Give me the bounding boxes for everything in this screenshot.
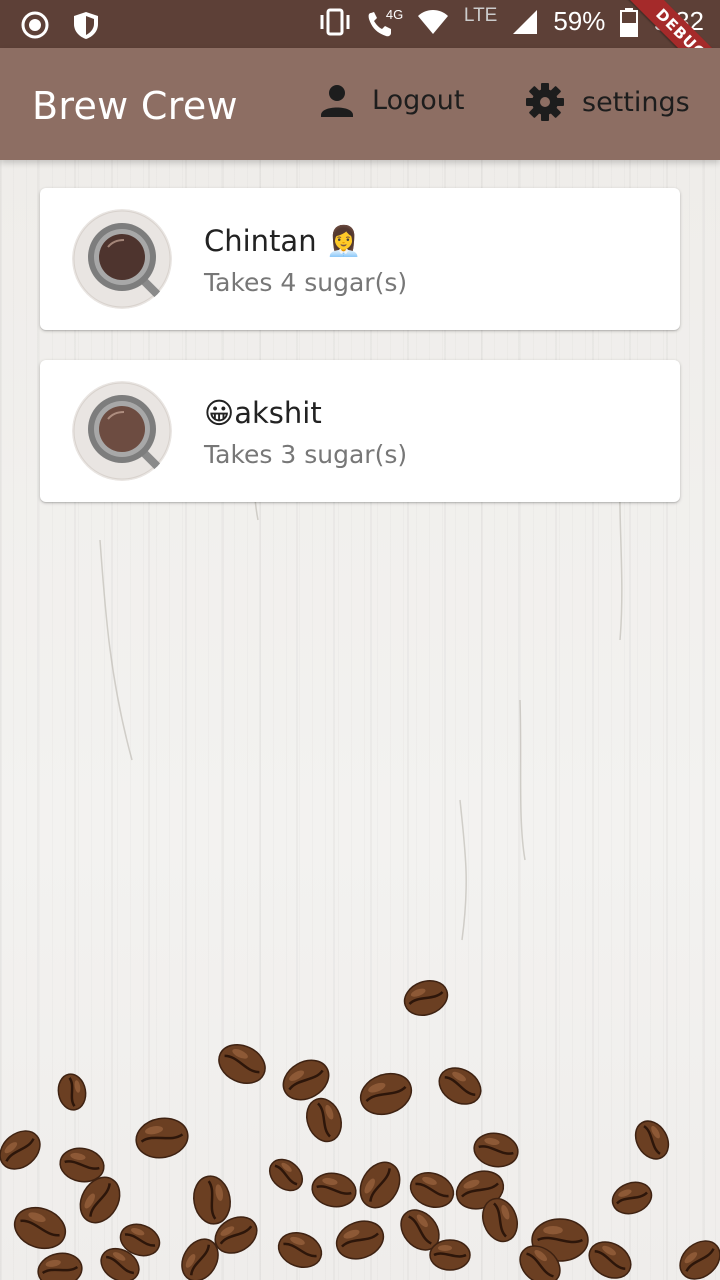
coffee-bean — [193, 1175, 231, 1225]
coffee-bean — [359, 1161, 401, 1209]
coffee-bean — [218, 1044, 266, 1084]
app-bar: Brew Crew Logout settings — [0, 48, 720, 160]
settings-button[interactable]: settings — [524, 81, 690, 123]
coffee-bean — [277, 1232, 323, 1268]
coffee-bean — [403, 980, 449, 1016]
coffee-bean — [268, 1158, 304, 1192]
network-type-label: 4G — [385, 6, 404, 22]
battery-icon — [620, 7, 639, 37]
logout-label: Logout — [372, 84, 465, 116]
person-icon — [321, 85, 353, 117]
wifi-icon — [417, 9, 448, 34]
gear-icon — [526, 83, 564, 121]
coffee-bean — [611, 1181, 653, 1215]
call-4g-icon: 4G — [366, 6, 404, 37]
brew-list-item[interactable]: Chintan 👩‍💼 Takes 4 sugar(s) — [40, 188, 680, 330]
coffee-bean — [588, 1241, 632, 1279]
brew-sugar: Takes 3 sugar(s) — [204, 440, 408, 469]
app-title: Brew Crew — [32, 84, 238, 128]
vibrate-icon — [320, 8, 350, 35]
coffee-bean — [311, 1172, 357, 1208]
coffee-bean — [409, 1172, 455, 1208]
brew-sugar: Takes 4 sugar(s) — [204, 268, 408, 297]
status-bar: 4G LTE 59% 9:32 DEBUG — [0, 0, 720, 96]
brew-name: Chintan 👩‍💼 — [204, 224, 362, 258]
coffee-bean — [306, 1097, 342, 1143]
coffee-cup-avatar — [72, 381, 172, 481]
coffee-bean — [473, 1132, 519, 1168]
signal-icon — [513, 9, 538, 34]
shield-icon — [74, 12, 98, 39]
lte-label: LTE — [463, 4, 498, 26]
coffee-bean — [438, 1067, 482, 1105]
coffee-bean — [679, 1240, 720, 1280]
coffee-bean — [429, 1239, 471, 1271]
battery-percent: 59% — [553, 6, 606, 36]
coffee-bean — [634, 1120, 670, 1160]
record-icon — [21, 11, 49, 39]
coffee-bean — [57, 1073, 87, 1111]
coffee-bean — [359, 1072, 413, 1116]
coffee-bean — [335, 1220, 385, 1260]
coffee-cup-avatar — [72, 209, 172, 309]
settings-label: settings — [582, 86, 690, 118]
coffee-bean — [0, 1130, 41, 1170]
brew-name: 😀akshit — [204, 396, 322, 430]
coffee-bean — [37, 1252, 83, 1280]
coffee-bean — [135, 1117, 189, 1159]
logout-button[interactable]: Logout — [318, 81, 464, 119]
coffee-bean — [13, 1206, 67, 1250]
brew-list-item[interactable]: 😀akshit Takes 3 sugar(s) — [40, 360, 680, 502]
